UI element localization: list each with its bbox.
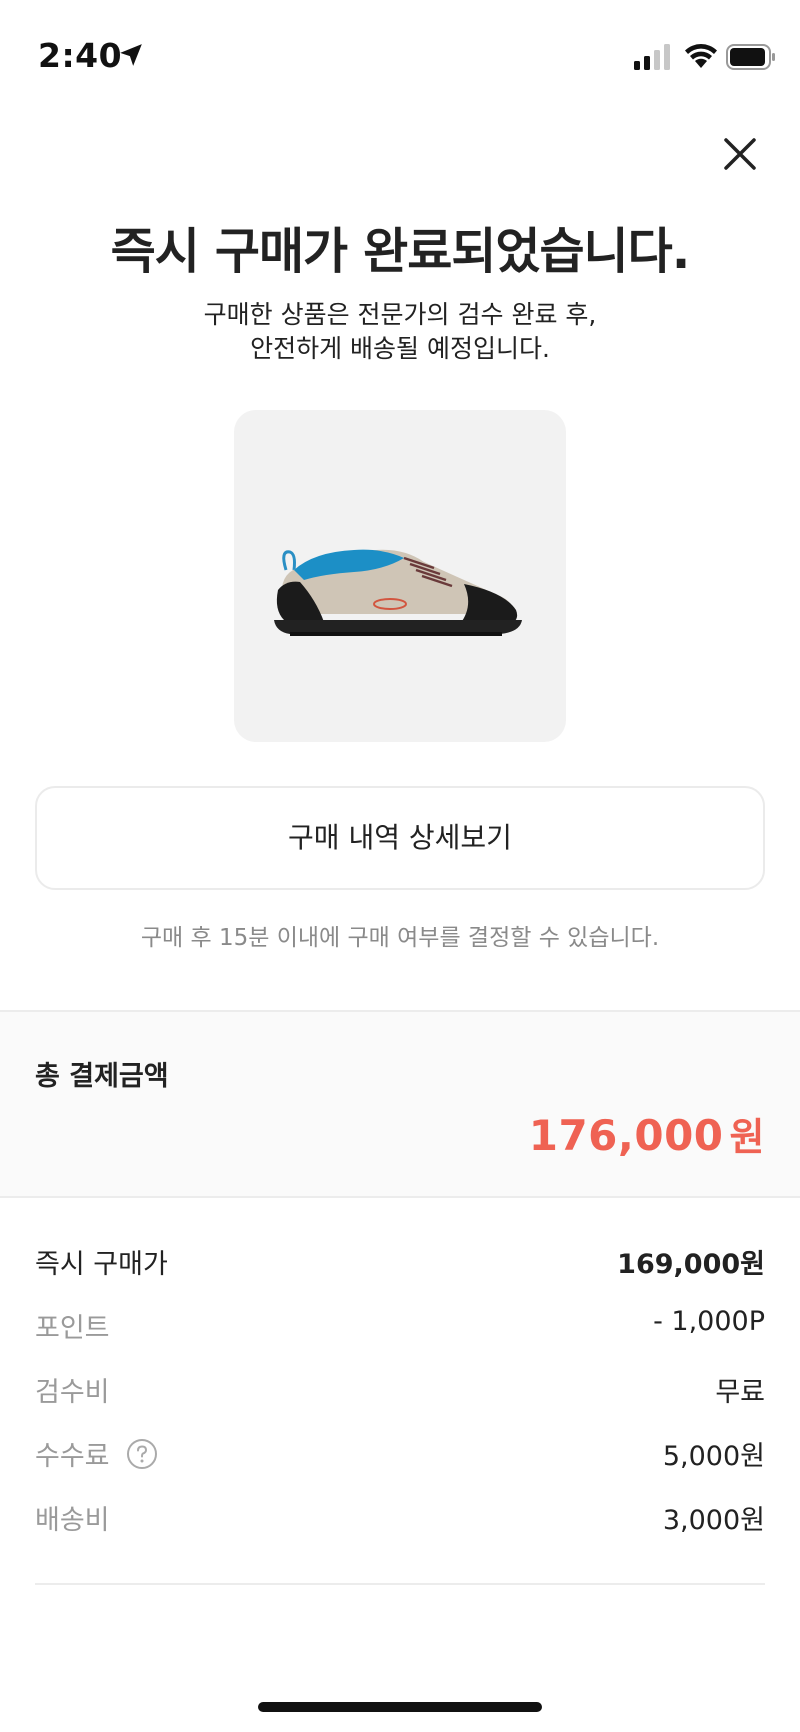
- page-subtitle: 구매한 상품은 전문가의 검수 완료 후, 안전하게 배송될 예정입니다.: [0, 298, 800, 366]
- subtitle-line-2: 안전하게 배송될 예정입니다.: [250, 334, 550, 363]
- breakdown-label: 포인트: [35, 1313, 110, 1344]
- location-arrow-icon: [120, 44, 142, 66]
- close-icon[interactable]: [718, 132, 762, 176]
- bottom-divider: [35, 1583, 765, 1585]
- product-image-container: [234, 410, 566, 742]
- home-indicator[interactable]: [258, 1702, 542, 1712]
- total-payment-amount: 176,000 원: [529, 1106, 765, 1161]
- purchase-detail-button[interactable]: 구매 내역 상세보기: [35, 786, 765, 890]
- battery-icon: [726, 44, 775, 70]
- breakdown-value: 5,000원: [662, 1441, 765, 1472]
- breakdown-row-instant-price: 즉시 구매가 169,000원: [35, 1232, 765, 1296]
- breakdown-label: 검수비: [35, 1377, 110, 1408]
- status-bar: 2:40: [0, 0, 800, 110]
- breakdown-row-inspection-fee: 검수비 무료: [35, 1360, 765, 1424]
- total-amount-value: 176,000: [528, 1111, 724, 1160]
- breakdown-label-with-help: 수수료: [35, 1434, 158, 1473]
- breakdown-label: 즉시 구매가: [35, 1249, 168, 1280]
- breakdown-label: 배송비: [35, 1505, 110, 1536]
- breakdown-value: 169,000원: [617, 1249, 765, 1280]
- subtitle-line-1: 구매한 상품은 전문가의 검수 완료 후,: [203, 300, 597, 329]
- breakdown-row-points: 포인트 - 1,000P: [35, 1296, 765, 1360]
- status-time: 2:40: [38, 36, 123, 75]
- shoe-image: [274, 549, 522, 636]
- cellular-signal-icon: [634, 44, 670, 70]
- breakdown-value: 3,000원: [662, 1505, 765, 1536]
- breakdown-label: 수수료: [35, 1441, 110, 1472]
- help-circle-icon[interactable]: [126, 1438, 158, 1470]
- total-payment-section: 총 결제금액 176,000 원: [0, 1010, 800, 1198]
- breakdown-row-shipping-fee: 배송비 3,000원: [35, 1488, 765, 1552]
- breakdown-value: 무료: [715, 1377, 765, 1408]
- wifi-icon: [685, 44, 717, 68]
- breakdown-value: - 1,000P: [653, 1306, 765, 1337]
- purchase-notice: 구매 후 15분 이내에 구매 여부를 결정할 수 있습니다.: [140, 925, 660, 951]
- total-payment-label: 총 결제금액: [35, 1061, 169, 1092]
- breakdown-row-commission: 수수료 5,000원: [35, 1424, 765, 1488]
- total-amount-unit: 원: [729, 1115, 765, 1159]
- page-title: 즉시 구매가 완료되었습니다.: [110, 223, 691, 280]
- payment-breakdown: 즉시 구매가 169,000원 포인트 - 1,000P 검수비 무료 수수료 …: [35, 1232, 765, 1552]
